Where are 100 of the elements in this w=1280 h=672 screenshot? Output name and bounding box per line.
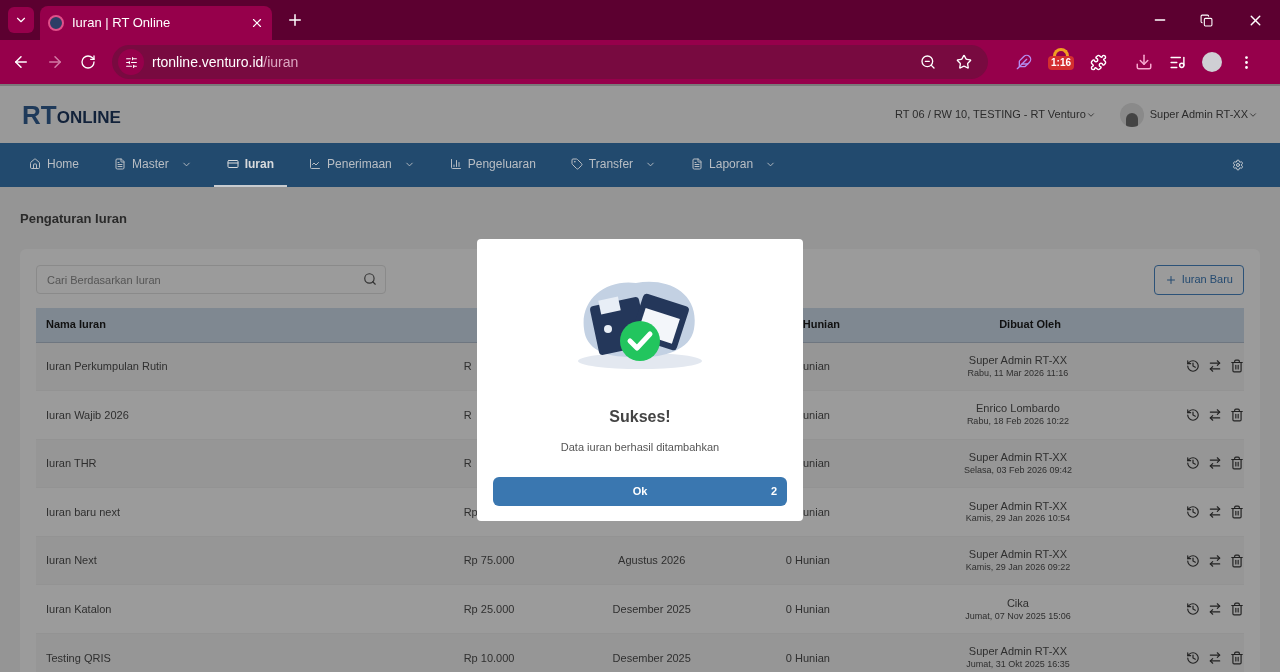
creator-name: Enrico Lombardo: [976, 402, 1060, 417]
created-date: Rabu, 11 Mar 2026 11:16: [967, 367, 1069, 379]
download-icon[interactable]: [1135, 53, 1153, 71]
table-cell-text: 0 Hunian: [785, 602, 830, 617]
created-date: Kamis, 29 Jan 2026 10:54: [965, 513, 1071, 525]
success-illustration-icon: [576, 279, 704, 371]
swap-icon[interactable]: [1208, 359, 1222, 374]
restore-icon[interactable]: [1200, 13, 1213, 27]
swap-icon[interactable]: [1208, 407, 1222, 422]
table-cell-text: Iuran Katalon: [45, 602, 113, 617]
created-date: Jumat, 07 Nov 2025 15:06: [965, 610, 1071, 622]
address-bar[interactable]: rtonline.venturo.id/iuran: [112, 45, 988, 79]
nav-item[interactable]: Transfer: [557, 143, 670, 187]
ok-button[interactable]: Ok 2: [493, 476, 787, 506]
app-logo: RTONLINE: [22, 101, 121, 128]
swap-icon[interactable]: [1208, 602, 1222, 617]
table-cell-text: 0 Hunian: [785, 553, 830, 569]
dialog-title: Sukses!: [609, 407, 671, 427]
creator-name: Cika: [1006, 596, 1029, 611]
delete-icon[interactable]: [1230, 407, 1244, 422]
table-cell: R: [463, 360, 472, 373]
table-cell: Rp 10.000: [463, 651, 515, 664]
user-menu[interactable]: Super Admin RT-XX: [1149, 106, 1258, 123]
new-tab-icon[interactable]: [286, 11, 304, 29]
card-icon: [226, 158, 239, 170]
delete-icon[interactable]: [1230, 650, 1244, 665]
table-cell-text: unian: [802, 504, 830, 520]
creator-name: Super Admin RT-XX: [968, 353, 1068, 368]
nav-item[interactable]: Penerimaan: [296, 143, 428, 187]
browser-tab[interactable]: Iuran | RT Online: [40, 6, 272, 40]
table-cell: Rp: [463, 505, 478, 518]
location-selector[interactable]: RT 06 / RW 10, TESTING - RT Venturo: [895, 106, 1096, 123]
new-iuran-button[interactable]: Iuran Baru: [1153, 264, 1244, 295]
site-settings-icon[interactable]: [118, 49, 144, 75]
delete-icon[interactable]: [1230, 505, 1244, 520]
close-icon[interactable]: [250, 16, 264, 30]
countdown-label: 2: [770, 483, 777, 499]
table-cell: Agustus 2026: [618, 554, 686, 567]
bookmark-star-icon[interactable]: [956, 54, 972, 70]
swap-icon[interactable]: [1208, 456, 1222, 471]
forward-icon[interactable]: [46, 53, 64, 71]
nav-item[interactable]: Pengeluaran: [436, 143, 549, 187]
table-cell-text: Iuran Wajib 2026: [45, 407, 130, 423]
delete-icon[interactable]: [1230, 456, 1244, 471]
back-icon[interactable]: [12, 53, 30, 71]
table-cell-text: unian: [802, 407, 830, 423]
profile-avatar[interactable]: [1202, 52, 1222, 72]
tag-icon: [570, 158, 583, 170]
history-icon[interactable]: [1186, 407, 1200, 422]
tab-title: Iuran | RT Online: [72, 14, 172, 33]
table-cell: R: [463, 457, 472, 470]
table-cell: Rp 75.000: [463, 554, 515, 567]
creator-name: Super Admin RT-XX: [968, 548, 1068, 562]
dialog-message: Data iuran berhasil ditambahkan: [560, 440, 720, 455]
search-field[interactable]: Cari Berdasarkan Iuran: [36, 265, 386, 294]
swap-icon[interactable]: [1208, 553, 1222, 568]
table-cell-text: unian: [802, 456, 830, 472]
swap-icon[interactable]: [1208, 650, 1222, 665]
url-text: rtonline.venturo.id/iuran: [152, 52, 300, 72]
table-cell-text: Iuran Next: [45, 553, 98, 569]
feather-icon[interactable]: [1016, 54, 1032, 70]
table-cell-text: Iuran THR: [45, 456, 98, 472]
line-chart-icon: [309, 158, 322, 170]
page-title: Pengaturan Iuran: [20, 210, 128, 228]
tab-list-button[interactable]: [8, 7, 34, 33]
bar-chart-icon: [449, 158, 462, 170]
column-header: Nama Iuran: [45, 317, 107, 333]
history-icon[interactable]: [1186, 650, 1200, 665]
extensions-icon[interactable]: [1090, 53, 1107, 71]
table-cell: Rp 25.000: [463, 603, 515, 615]
site-icon: [48, 15, 64, 31]
created-date: Rabu, 18 Feb 2026 10:22: [966, 416, 1069, 428]
nav-item[interactable]: Laporan: [678, 143, 790, 187]
settings-icon[interactable]: [1232, 159, 1244, 171]
swap-icon[interactable]: [1208, 505, 1222, 520]
nav-item[interactable]: Iuran: [213, 143, 288, 187]
delete-icon[interactable]: [1230, 602, 1244, 617]
home-icon: [29, 158, 41, 170]
extension-badge-label: 1:16: [1048, 56, 1074, 70]
zoom-icon[interactable]: [920, 54, 936, 70]
search-icon: [363, 272, 377, 286]
table-cell: Desember 2025: [612, 651, 691, 664]
created-date: Selasa, 03 Feb 2026 09:42: [963, 464, 1072, 476]
history-icon[interactable]: [1186, 505, 1200, 520]
delete-icon[interactable]: [1230, 553, 1244, 568]
creator-name: Super Admin RT-XX: [968, 451, 1068, 465]
history-icon[interactable]: [1186, 359, 1200, 374]
document-icon: [114, 158, 126, 170]
table-cell-text: Testing QRIS: [45, 650, 112, 666]
history-icon[interactable]: [1186, 602, 1200, 617]
history-icon[interactable]: [1186, 553, 1200, 568]
creator-name: Super Admin RT-XX: [968, 499, 1068, 514]
reload-icon[interactable]: [80, 54, 96, 70]
table-cell-text: 0 Hunian: [785, 650, 830, 666]
delete-icon[interactable]: [1230, 359, 1244, 374]
table-cell-text: Iuran baru next: [45, 504, 121, 520]
user-avatar[interactable]: [1119, 102, 1144, 127]
history-icon[interactable]: [1186, 456, 1200, 471]
nav-item[interactable]: Home: [16, 143, 92, 187]
nav-item[interactable]: Master: [101, 143, 205, 187]
